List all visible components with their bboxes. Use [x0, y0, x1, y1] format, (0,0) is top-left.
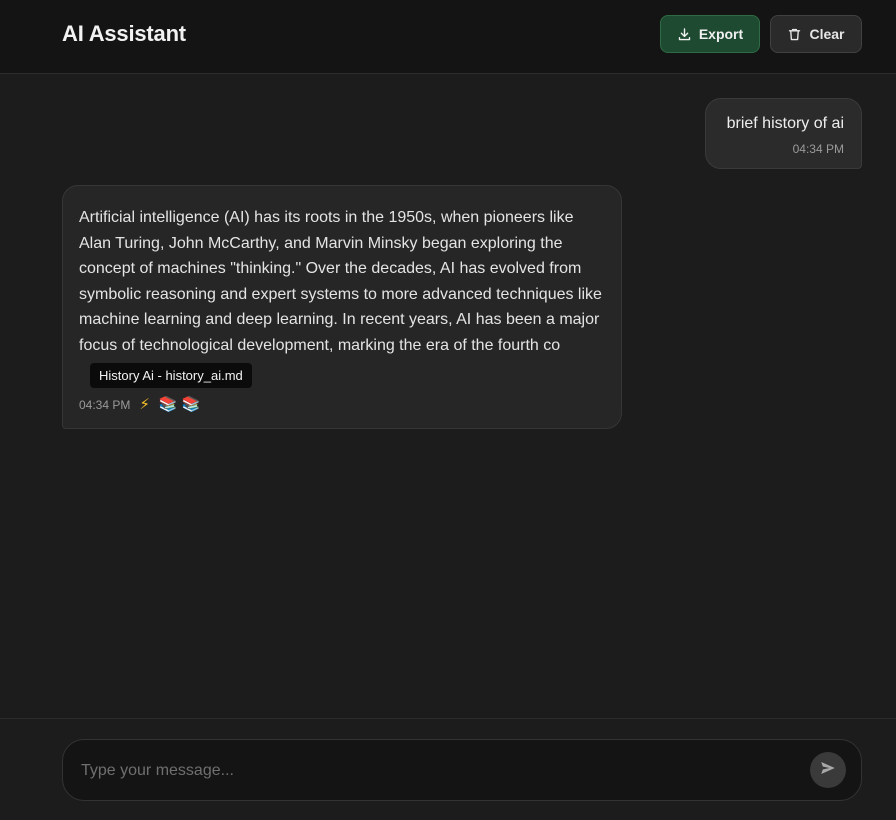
export-label: Export: [698, 26, 744, 42]
app-title: AI Assistant: [62, 21, 186, 46]
assistant-message: Artificial intelligence (AI) has its roo…: [62, 185, 622, 429]
assistant-message-time: 04:34 PM: [79, 398, 131, 412]
user-message-time: 04:34 PM: [792, 142, 844, 156]
clear-button[interactable]: Clear: [770, 15, 862, 53]
clear-label: Clear: [809, 26, 845, 42]
message-input[interactable]: [81, 758, 781, 784]
lightning-icon[interactable]: ⚡: [139, 395, 150, 415]
assistant-message-text: Artificial intelligence (AI) has its roo…: [79, 209, 602, 354]
export-button[interactable]: Export: [660, 15, 760, 53]
download-icon: [677, 27, 692, 42]
message-composer: [62, 739, 862, 801]
send-icon: [819, 759, 837, 782]
app-header: AI Assistant Export Clear: [0, 0, 896, 74]
books-icon[interactable]: 📚: [182, 395, 201, 415]
source-tooltip: History Ai - history_ai.md: [90, 363, 252, 388]
books-icon[interactable]: 📚: [159, 395, 178, 415]
trash-icon: [787, 27, 802, 42]
send-button[interactable]: [810, 752, 846, 788]
user-message-text: brief history of ai: [726, 115, 844, 132]
assistant-message-meta: 04:34 PM ⚡ 📚 📚: [79, 395, 200, 415]
user-message: brief history of ai 04:34 PM: [705, 98, 862, 169]
